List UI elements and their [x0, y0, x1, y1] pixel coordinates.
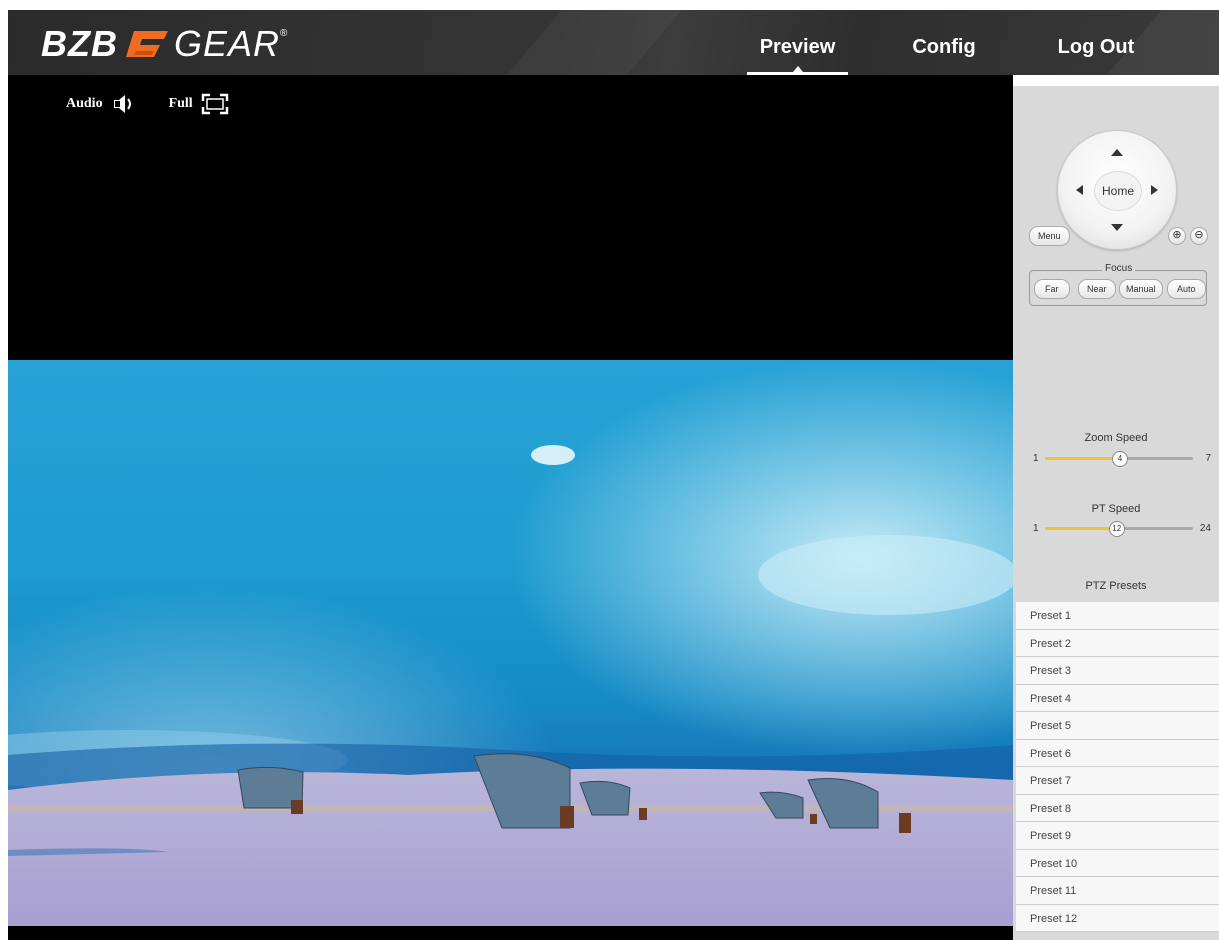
focus-legend: Focus: [1102, 263, 1136, 274]
zoom-speed-fill: [1045, 457, 1119, 460]
preset-item[interactable]: Preset 12: [1016, 904, 1219, 932]
camera-feed-image: [8, 360, 1013, 926]
registered-mark: ®: [280, 28, 288, 39]
ptz-presets-title: PTZ Presets: [1085, 580, 1147, 592]
pt-speed-label: PT Speed: [1091, 503, 1141, 515]
pt-speed-max: 24: [1199, 523, 1211, 534]
pt-speed-handle[interactable]: 12: [1108, 521, 1125, 537]
preset-item[interactable]: Preset 3: [1016, 657, 1219, 685]
pt-speed-track[interactable]: 12: [1045, 521, 1193, 537]
zoom-speed-handle[interactable]: 4: [1112, 451, 1128, 467]
audio-label: Audio: [66, 96, 103, 111]
focus-far-button[interactable]: Far: [1034, 279, 1070, 299]
preset-item[interactable]: Preset 8: [1016, 794, 1219, 822]
speaker-icon: [113, 95, 131, 113]
pan-down-icon[interactable]: [1111, 224, 1123, 231]
zoom-speed-max: 7: [1205, 453, 1211, 464]
preset-item[interactable]: Preset 10: [1016, 849, 1219, 877]
home-button[interactable]: Home: [1094, 171, 1142, 211]
preset-item[interactable]: Preset 5: [1016, 712, 1219, 740]
preset-item[interactable]: Preset 11: [1016, 877, 1219, 905]
focus-auto-button[interactable]: Auto: [1167, 279, 1206, 299]
zoom-speed-track[interactable]: 4: [1045, 451, 1193, 467]
pan-up-icon[interactable]: [1111, 149, 1123, 156]
audio-button[interactable]: Audio: [66, 93, 135, 115]
nav-logout[interactable]: Log Out: [1046, 10, 1146, 75]
ptz-control-panel: Home Menu ⊕ ⊖ Focus Far Near Manual Auto…: [1013, 86, 1219, 940]
pan-right-icon[interactable]: [1151, 185, 1158, 195]
video-toolbar: Audio Full: [66, 93, 263, 115]
fullscreen-icon: [201, 93, 228, 115]
focus-near-button[interactable]: Near: [1078, 279, 1116, 299]
focus-group: Focus Far Near Manual Auto: [1029, 263, 1207, 306]
preset-item[interactable]: Preset 1: [1016, 602, 1219, 630]
preset-item[interactable]: Preset 6: [1016, 739, 1219, 767]
menu-button[interactable]: Menu: [1029, 226, 1070, 246]
preset-item[interactable]: Preset 9: [1016, 822, 1219, 850]
brand-mark-icon: [126, 31, 168, 57]
brand-logo: BZB GEAR ®: [41, 23, 288, 64]
direction-pad-ring: Home: [1057, 130, 1177, 250]
nav-config[interactable]: Config: [898, 10, 990, 75]
preset-item[interactable]: Preset 4: [1016, 684, 1219, 712]
video-preview[interactable]: Audio Full: [8, 75, 1013, 940]
ptz-direction-pad: Home: [1057, 130, 1177, 250]
pt-speed-fill: [1045, 527, 1116, 530]
fullscreen-button[interactable]: Full: [169, 93, 229, 115]
top-header: BZB GEAR ® Preview Config Log Out: [8, 10, 1219, 75]
nav-preview-label: Preview: [759, 36, 836, 58]
brand-text-right: GEAR: [174, 23, 281, 64]
preset-item[interactable]: Preset 2: [1016, 629, 1219, 657]
pt-speed-min: 1: [1033, 523, 1039, 534]
preset-list: Preset 1 Preset 2 Preset 3 Preset 4 Pres…: [1016, 602, 1219, 932]
pt-speed-slider[interactable]: 1 12 24: [1031, 520, 1211, 537]
header-decoration: [477, 10, 699, 75]
full-label: Full: [168, 96, 193, 111]
pan-left-icon[interactable]: [1076, 185, 1083, 195]
nav-preview[interactable]: Preview: [747, 10, 848, 75]
preset-item[interactable]: Preset 7: [1016, 767, 1219, 795]
nav-logout-label: Log Out: [1057, 36, 1135, 58]
zoom-in-icon[interactable]: ⊕: [1168, 227, 1186, 245]
brand-text-left: BZB: [41, 23, 118, 64]
focus-manual-button[interactable]: Manual: [1119, 279, 1163, 299]
zoom-speed-label: Zoom Speed: [1084, 432, 1148, 444]
nav-config-label: Config: [912, 36, 976, 58]
zoom-out-icon[interactable]: ⊖: [1190, 227, 1208, 245]
zoom-speed-slider[interactable]: 1 4 7: [1031, 450, 1211, 467]
zoom-speed-min: 1: [1033, 453, 1039, 464]
